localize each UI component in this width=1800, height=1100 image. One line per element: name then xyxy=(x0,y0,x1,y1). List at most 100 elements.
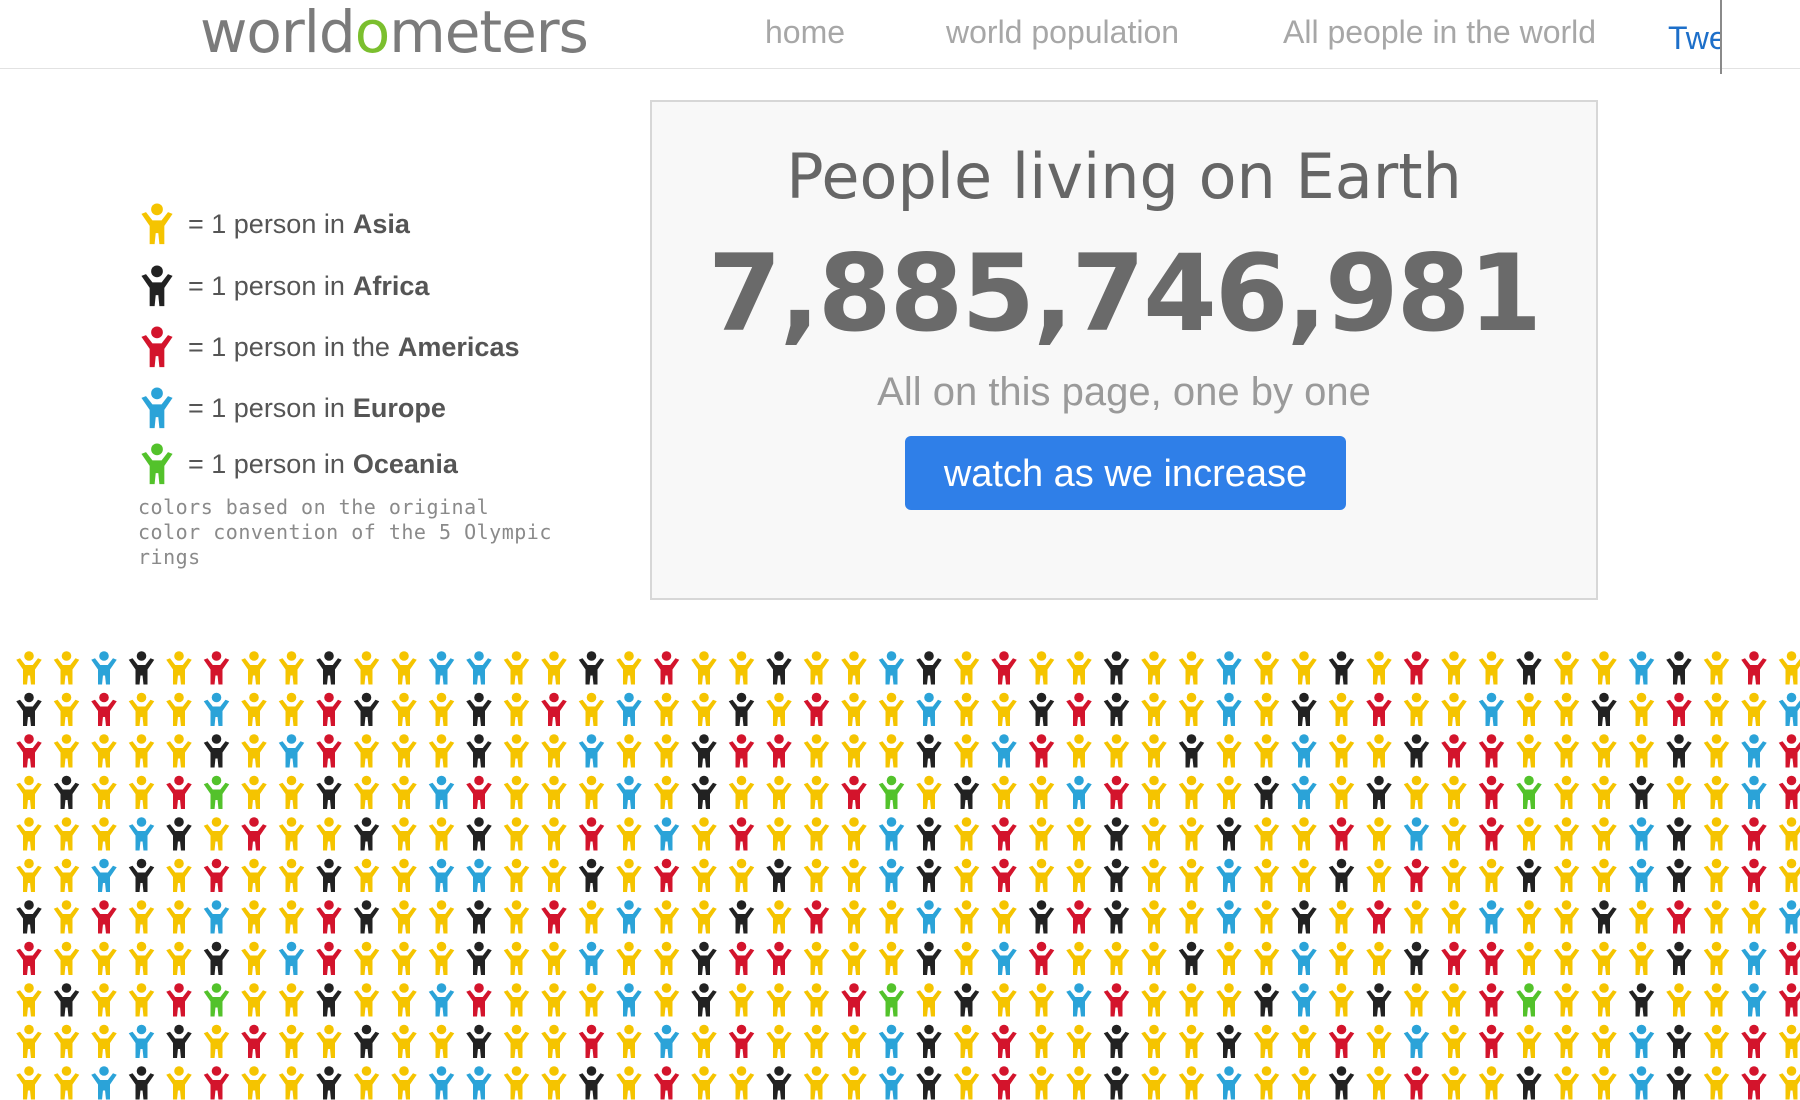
person-icon xyxy=(916,651,942,685)
person-icon xyxy=(616,1024,642,1058)
person-icon xyxy=(241,692,267,726)
person-icon xyxy=(1366,1024,1392,1058)
person-icon xyxy=(728,651,755,685)
person-icon xyxy=(841,775,867,809)
person-icon xyxy=(1516,941,1542,975)
worldometers-logo[interactable]: worldometers xyxy=(200,0,589,64)
person-icon xyxy=(203,858,230,892)
person-icon xyxy=(1553,983,1580,1017)
person-icon xyxy=(353,1024,380,1058)
legend-item-americas: = 1 person in the Americas xyxy=(138,323,520,371)
person-icon xyxy=(541,1024,567,1058)
legend-prefix: = 1 person in xyxy=(188,208,345,239)
crowd-canvas xyxy=(16,651,1800,1100)
person-icon xyxy=(1291,983,1317,1017)
person-icon xyxy=(128,692,155,726)
person-icon xyxy=(1478,692,1505,726)
person-icon xyxy=(1328,858,1355,892)
person-icon xyxy=(1328,983,1355,1017)
person-icon xyxy=(728,941,755,975)
person-icon xyxy=(128,941,155,975)
person-icon xyxy=(1628,651,1655,685)
person-icon xyxy=(1028,817,1055,851)
person-icon xyxy=(766,1066,792,1100)
person-icon xyxy=(91,692,117,726)
person-icon xyxy=(1628,983,1655,1017)
person-icon xyxy=(1066,692,1092,726)
person-icon xyxy=(991,734,1017,768)
nav-all-people-link[interactable]: All people in the world xyxy=(1283,14,1596,51)
person-icon xyxy=(1291,775,1317,809)
person-icon xyxy=(1666,692,1692,726)
person-icon xyxy=(53,900,80,934)
person-icon xyxy=(1741,817,1767,851)
person-icon xyxy=(128,734,155,768)
person-icon xyxy=(241,734,267,768)
person-icon xyxy=(1666,941,1692,975)
person-icon xyxy=(1591,734,1617,768)
person-icon xyxy=(1553,858,1580,892)
legend-region-name: Europe xyxy=(352,392,446,423)
nav-home-link[interactable]: home xyxy=(765,14,845,51)
person-icon xyxy=(841,817,867,851)
tweet-button[interactable]: Tweet xyxy=(1668,20,1720,70)
person-icon xyxy=(128,1066,155,1100)
person-icon xyxy=(1253,1066,1280,1100)
person-icon xyxy=(1366,651,1392,685)
person-icon xyxy=(1666,775,1692,809)
person-icon xyxy=(1591,651,1617,685)
person-icon xyxy=(503,900,530,934)
person-icon xyxy=(1778,775,1800,809)
person-icon xyxy=(991,817,1017,851)
person-icon xyxy=(1553,817,1580,851)
person-icon xyxy=(1141,775,1167,809)
person-icon xyxy=(1178,1024,1205,1058)
person-icon xyxy=(1478,817,1505,851)
person-icon xyxy=(128,775,155,809)
person-icon xyxy=(1478,1066,1505,1100)
person-icon xyxy=(1778,900,1800,934)
person-icon xyxy=(1516,692,1542,726)
person-icon xyxy=(1066,817,1092,851)
person-icon xyxy=(1366,692,1392,726)
person-icon xyxy=(953,692,980,726)
person-icon xyxy=(1253,900,1280,934)
person-icon xyxy=(466,941,492,975)
person-icon xyxy=(166,1024,192,1058)
nav-world-population-link[interactable]: world population xyxy=(946,14,1179,51)
person-icon xyxy=(53,941,80,975)
person-icon xyxy=(1253,1024,1280,1058)
person-icon xyxy=(1103,858,1130,892)
person-icon xyxy=(503,775,530,809)
person-icon xyxy=(1178,858,1205,892)
person-icon xyxy=(916,858,942,892)
person-icon xyxy=(1291,1024,1317,1058)
person-icon xyxy=(428,983,455,1017)
person-icon xyxy=(166,817,192,851)
person-icon xyxy=(1778,734,1800,768)
person-icon xyxy=(353,983,380,1017)
person-icon xyxy=(616,858,642,892)
person-icon xyxy=(241,941,267,975)
person-icon xyxy=(316,1066,342,1100)
person-icon xyxy=(1178,983,1205,1017)
person-icon xyxy=(1103,1024,1130,1058)
person-icon xyxy=(1478,941,1505,975)
person-icon xyxy=(803,983,830,1017)
person-icon xyxy=(803,941,830,975)
person-icon xyxy=(1328,734,1355,768)
person-icon xyxy=(616,775,642,809)
person-icon xyxy=(991,775,1017,809)
person-icon xyxy=(316,1024,342,1058)
person-icon xyxy=(1103,900,1130,934)
person-icon xyxy=(278,1066,305,1100)
person-icon xyxy=(91,817,117,851)
person-icon xyxy=(1216,817,1242,851)
person-icon xyxy=(916,1066,942,1100)
watch-increase-button[interactable]: watch as we increase xyxy=(905,436,1346,510)
person-icon xyxy=(316,817,342,851)
person-icon xyxy=(1103,817,1130,851)
person-icon xyxy=(1441,817,1467,851)
person-icon xyxy=(1028,1066,1055,1100)
person-icon xyxy=(1066,651,1092,685)
